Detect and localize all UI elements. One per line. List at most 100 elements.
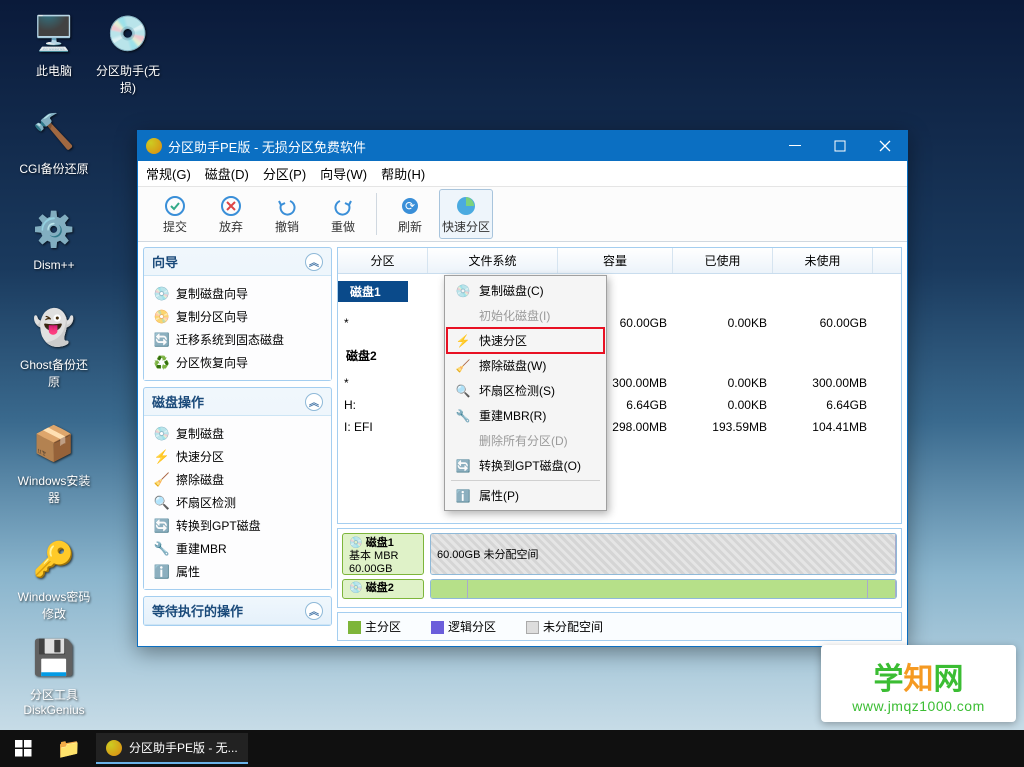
close-button[interactable] xyxy=(862,131,907,161)
context-menu: 💿复制磁盘(C) 初始化磁盘(I) ⚡快速分区 🧹擦除磁盘(W) 🔍坏扇区检测(… xyxy=(444,275,607,511)
desktop-icon-cgi[interactable]: 🔨CGI备份还原 xyxy=(16,108,92,177)
ctx-separator xyxy=(451,480,600,481)
disk1-bar[interactable]: 💿 磁盘1 基本 MBR 60.00GB 60.00GB 未分配空间 xyxy=(342,533,897,575)
watermark-badge: 学知网 www.jmqz1000.com xyxy=(821,645,1016,722)
panel-pending: 等待执行的操作︽ xyxy=(143,596,332,626)
monitor-icon: 🖥️ xyxy=(30,10,78,58)
ghost-icon: 👻 xyxy=(30,304,78,352)
menu-help[interactable]: 帮助(H) xyxy=(381,164,425,183)
desktop-icon-ghost[interactable]: 👻Ghost备份还原 xyxy=(16,304,92,390)
chevron-up-icon: ︽ xyxy=(305,253,323,271)
convert-icon: 🔄 xyxy=(154,518,170,534)
disc-icon: 💿 xyxy=(104,10,152,58)
col-capacity[interactable]: 容量 xyxy=(558,248,673,273)
desktop-icon-diskgenius[interactable]: 💾分区工具DiskGenius xyxy=(16,634,92,717)
ctx-rebuild-mbr[interactable]: 🔧重建MBR(R) xyxy=(447,403,604,428)
op-to-gpt[interactable]: 🔄转换到GPT磁盘 xyxy=(148,514,327,537)
tb-discard[interactable]: 放弃 xyxy=(204,189,258,239)
panel-wizard-header[interactable]: 向导︽ xyxy=(144,248,331,276)
col-free[interactable]: 未使用 xyxy=(773,248,873,273)
panel-wizard: 向导︽ 💿复制磁盘向导 📀复制分区向导 🔄迁移系统到固态磁盘 ♻️分区恢复向导 xyxy=(143,247,332,381)
search-icon: 🔍 xyxy=(154,495,170,511)
recover-icon: ♻️ xyxy=(154,355,170,371)
panel-diskops-header[interactable]: 磁盘操作︽ xyxy=(144,388,331,416)
op-quick-part[interactable]: ⚡快速分区 xyxy=(148,445,327,468)
tb-refresh[interactable]: ⟳刷新 xyxy=(383,189,437,239)
desktop-icon-dism[interactable]: ⚙️Dism++ xyxy=(16,206,92,272)
titlebar[interactable]: 分区助手PE版 - 无损分区免费软件 xyxy=(138,131,907,161)
disk1-label: 💿 磁盘1 基本 MBR 60.00GB xyxy=(342,533,424,575)
op-rebuild-mbr[interactable]: 🔧重建MBR xyxy=(148,537,327,560)
wizard-copy-disk[interactable]: 💿复制磁盘向导 xyxy=(148,282,327,305)
svg-text:⟳: ⟳ xyxy=(405,199,415,213)
menu-disk[interactable]: 磁盘(D) xyxy=(205,164,249,183)
desktop-icon-wininstall[interactable]: 📦Windows安装器 xyxy=(16,420,92,506)
disc-icon: 💿 xyxy=(154,286,170,302)
tb-undo[interactable]: 撤销 xyxy=(260,189,314,239)
discard-icon xyxy=(219,194,243,218)
taskbar-app-item[interactable]: 分区助手PE版 - 无... xyxy=(96,733,248,764)
col-fs[interactable]: 文件系统 xyxy=(428,248,558,273)
unalloc-segment[interactable]: 60.00GB 未分配空间 xyxy=(431,534,896,574)
disk1-header-row[interactable]: 磁盘1 xyxy=(338,280,901,302)
wizard-copy-part[interactable]: 📀复制分区向导 xyxy=(148,305,327,328)
tb-quickpart[interactable]: 快速分区 xyxy=(439,189,493,239)
wizard-recover[interactable]: ♻️分区恢复向导 xyxy=(148,351,327,374)
panel-pending-header[interactable]: 等待执行的操作︽ xyxy=(144,597,331,625)
gear-icon: ⚙️ xyxy=(30,206,78,254)
legend: 主分区 逻辑分区 未分配空间 xyxy=(337,612,902,641)
info-icon: ℹ️ xyxy=(154,564,170,580)
key-icon: 🔑 xyxy=(30,536,78,584)
table-row[interactable]: * 60.00GB0.00KB60.00GB xyxy=(338,312,901,334)
ctx-delete-all: 删除所有分区(D) xyxy=(447,428,604,453)
migrate-icon: 🔄 xyxy=(154,332,170,348)
toolbar: 提交 放弃 撤销 重做 ⟳刷新 快速分区 xyxy=(138,187,907,242)
disc-icon: 📀 xyxy=(154,309,170,325)
grid-header: 分区 文件系统 容量 已使用 未使用 xyxy=(338,248,901,274)
maximize-button[interactable] xyxy=(817,131,862,161)
chevron-up-icon: ︽ xyxy=(305,602,323,620)
table-row[interactable]: I: EFI 298.00MB193.59MB104.41MB xyxy=(338,416,901,438)
commit-icon xyxy=(163,194,187,218)
minimize-button[interactable] xyxy=(772,131,817,161)
broom-icon: 🧹 xyxy=(154,472,170,488)
desktop-icon-winpw[interactable]: 🔑Windows密码修改 xyxy=(16,536,92,622)
menu-general[interactable]: 常规(G) xyxy=(146,164,191,183)
quickpart-icon xyxy=(454,194,478,218)
tb-redo[interactable]: 重做 xyxy=(316,189,370,239)
disk2-bar[interactable]: 💿 磁盘2 xyxy=(342,579,897,599)
tb-commit[interactable]: 提交 xyxy=(148,189,202,239)
package-icon: 📦 xyxy=(30,420,78,468)
ctx-badsector[interactable]: 🔍坏扇区检测(S) xyxy=(447,378,604,403)
menu-partition[interactable]: 分区(P) xyxy=(263,164,306,183)
app-icon xyxy=(106,740,122,756)
op-copy-disk[interactable]: 💿复制磁盘 xyxy=(148,422,327,445)
taskbar-explorer[interactable]: 📁 xyxy=(46,737,92,761)
desktop-icon-this-pc[interactable]: 🖥️此电脑 xyxy=(16,10,92,79)
hammer-icon: 🔨 xyxy=(30,108,78,156)
swatch-unalloc xyxy=(526,621,539,634)
disk2-label: 💿 磁盘2 xyxy=(342,579,424,599)
toolbar-separator xyxy=(376,193,377,235)
disk2-header-row[interactable]: 磁盘2 xyxy=(338,344,901,366)
col-partition[interactable]: 分区 xyxy=(338,248,428,273)
ctx-to-gpt[interactable]: 🔄转换到GPT磁盘(O) xyxy=(447,453,604,478)
grid-body[interactable]: 磁盘1 * 60.00GB0.00KB60.00GB 磁盘2 * 300.00M… xyxy=(338,274,901,523)
ctx-properties[interactable]: ℹ️属性(P) xyxy=(447,483,604,508)
ctx-quick-partition[interactable]: ⚡快速分区 xyxy=(447,328,604,353)
op-badsector[interactable]: 🔍坏扇区检测 xyxy=(148,491,327,514)
table-row[interactable]: * 300.00MB0.00KB300.00MB xyxy=(338,372,901,394)
op-properties[interactable]: ℹ️属性 xyxy=(148,560,327,583)
swatch-primary xyxy=(348,621,361,634)
ctx-copy-disk[interactable]: 💿复制磁盘(C) xyxy=(447,278,604,303)
col-used[interactable]: 已使用 xyxy=(673,248,773,273)
badge-text: 学知网 xyxy=(874,654,964,698)
menu-wizard[interactable]: 向导(W) xyxy=(320,164,367,183)
op-wipe[interactable]: 🧹擦除磁盘 xyxy=(148,468,327,491)
ctx-wipe-disk[interactable]: 🧹擦除磁盘(W) xyxy=(447,353,604,378)
wizard-migrate[interactable]: 🔄迁移系统到固态磁盘 xyxy=(148,328,327,351)
start-button[interactable] xyxy=(0,730,46,767)
window-title: 分区助手PE版 - 无损分区免费软件 xyxy=(168,137,772,156)
desktop-icon-partition-assist[interactable]: 💿分区助手(无损) xyxy=(90,10,166,96)
table-row[interactable]: H: 6.64GB0.00KB6.64GB xyxy=(338,394,901,416)
